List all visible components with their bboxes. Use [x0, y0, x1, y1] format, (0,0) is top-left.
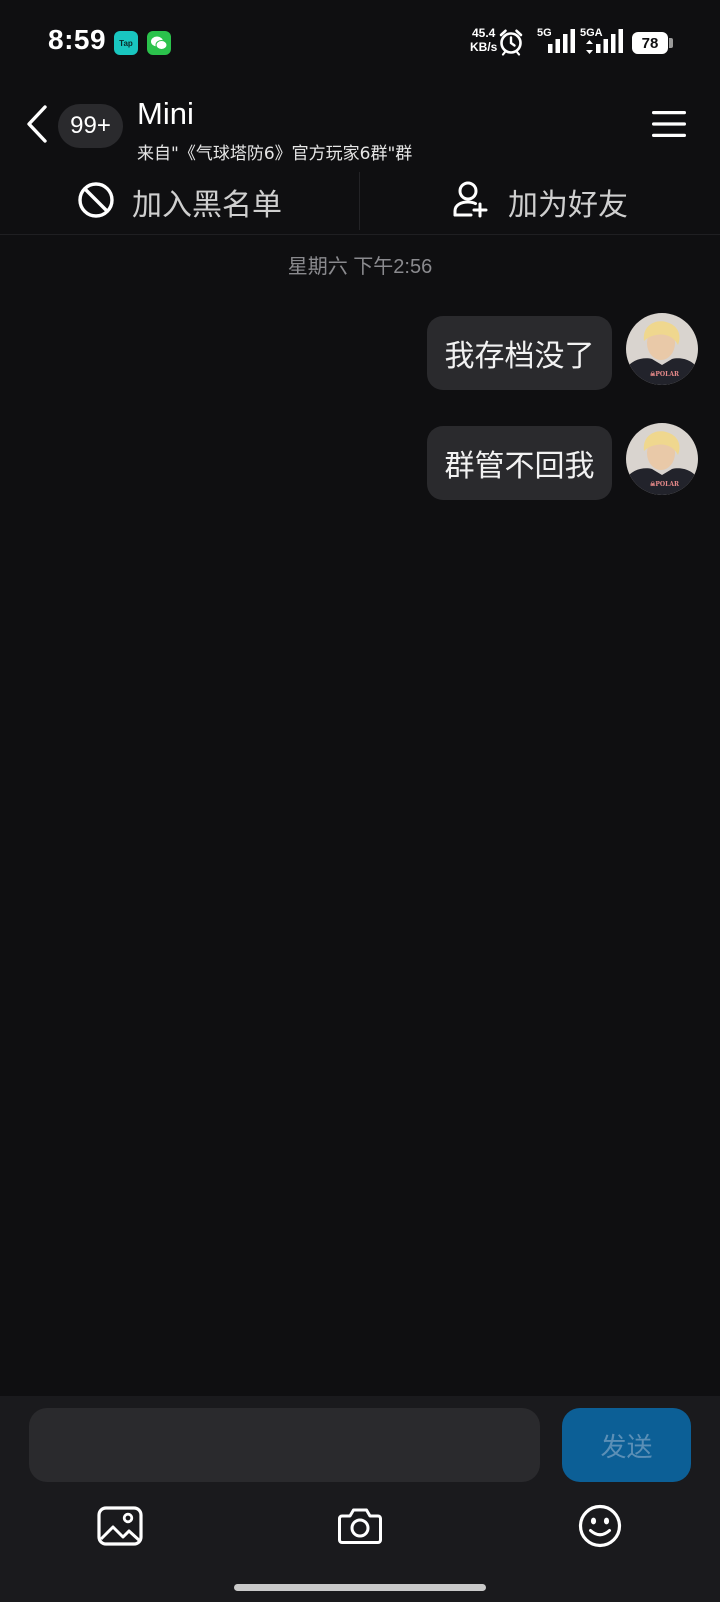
message-bubble[interactable]: 群管不回我 [427, 426, 612, 500]
add-user-icon [453, 181, 488, 218]
tap-app-icon: Tap [114, 31, 138, 55]
message-input[interactable] [29, 1408, 540, 1482]
block-icon [78, 182, 114, 218]
avatar[interactable]: ☠POLAR [626, 313, 698, 385]
network-speed: 45.4 KB/s [470, 26, 497, 54]
blacklist-button[interactable]: 加入黑名单 [0, 172, 359, 230]
message-bubble[interactable]: 我存档没了 [427, 316, 612, 390]
hamburger-menu-icon[interactable] [652, 110, 686, 138]
send-button[interactable]: 发送 [562, 1408, 691, 1482]
chat-title: Mini [137, 96, 194, 131]
battery-cap [669, 38, 673, 48]
add-friend-button[interactable]: 加为好友 [360, 172, 720, 230]
camera-icon[interactable] [338, 1505, 382, 1545]
image-icon[interactable] [97, 1506, 143, 1546]
signal-strength-icon-sim2 [596, 29, 623, 53]
battery-indicator: 78 [632, 32, 668, 54]
message-text: 群管不回我 [444, 449, 595, 484]
blacklist-label: 加入黑名单 [132, 188, 282, 223]
wechat-app-icon [147, 31, 171, 55]
signal-strength-icon [548, 29, 575, 53]
svg-text:☠POLAR: ☠POLAR [650, 481, 680, 488]
data-transfer-icon [586, 40, 593, 54]
chat-subtitle: 来自"《气球塔防6》官方玩家6群"群 [137, 144, 413, 164]
message-timestamp: 星期六 下午2:56 [287, 256, 433, 278]
emoji-icon[interactable] [578, 1504, 622, 1548]
chevron-left-icon[interactable] [24, 104, 50, 144]
home-indicator[interactable] [234, 1584, 486, 1591]
svg-text:☠POLAR: ☠POLAR [650, 371, 680, 378]
message-text: 我存档没了 [444, 339, 595, 374]
status-time: 8:59 [48, 24, 107, 55]
avatar[interactable]: ☠POLAR [626, 423, 698, 495]
unread-count-badge[interactable]: 99+ [58, 104, 123, 148]
network-speed-unit: KB/s [470, 40, 498, 54]
add-friend-label: 加为好友 [508, 188, 628, 223]
network-speed-value: 45.4 [471, 26, 496, 40]
alarm-icon [499, 29, 523, 56]
